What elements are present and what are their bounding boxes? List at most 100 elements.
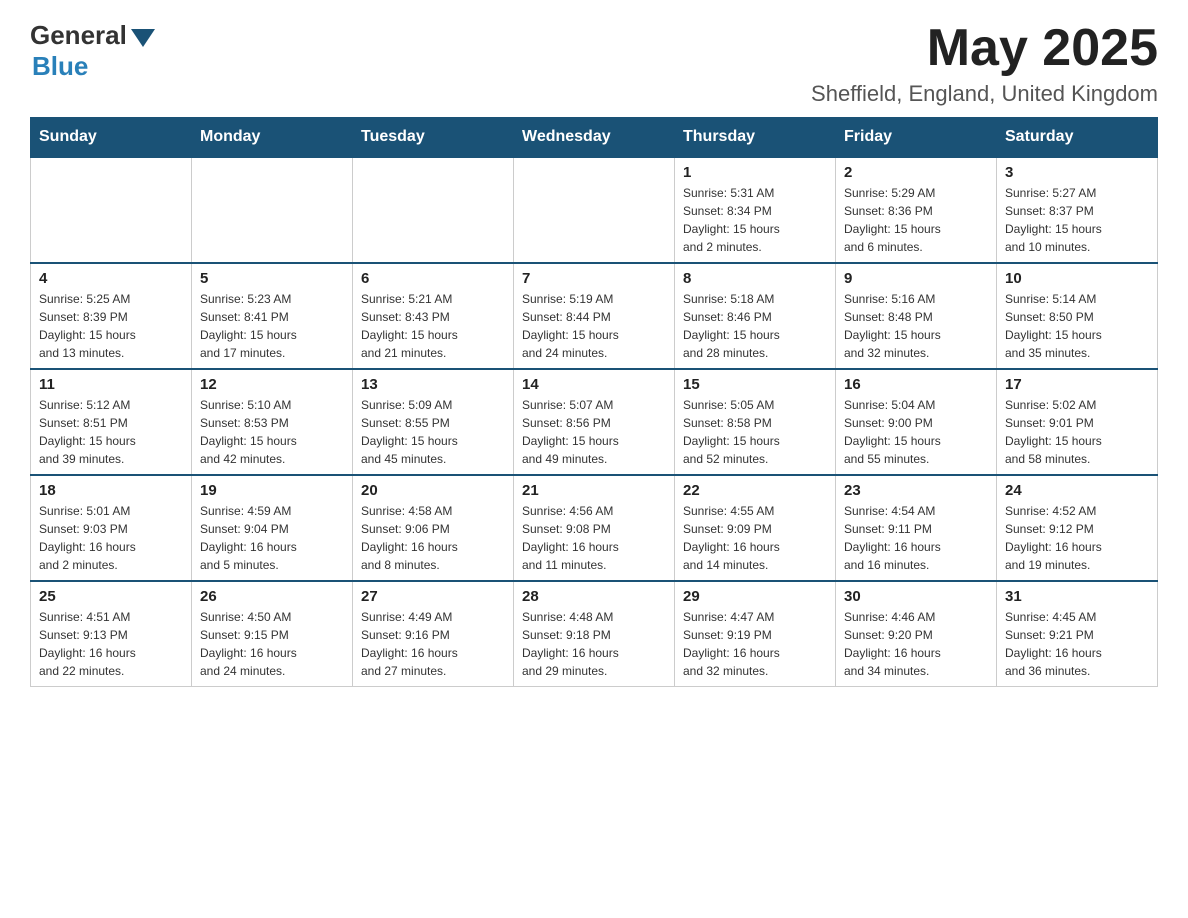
day-info: Sunrise: 5:12 AM Sunset: 8:51 PM Dayligh… — [39, 396, 183, 468]
day-info: Sunrise: 4:50 AM Sunset: 9:15 PM Dayligh… — [200, 608, 344, 680]
calendar-cell: 20Sunrise: 4:58 AM Sunset: 9:06 PM Dayli… — [353, 475, 514, 581]
day-number: 11 — [39, 376, 183, 393]
day-number: 29 — [683, 588, 827, 605]
day-number: 13 — [361, 376, 505, 393]
day-number: 23 — [844, 482, 988, 499]
day-info: Sunrise: 5:25 AM Sunset: 8:39 PM Dayligh… — [39, 290, 183, 362]
day-info: Sunrise: 4:54 AM Sunset: 9:11 PM Dayligh… — [844, 502, 988, 574]
day-info: Sunrise: 5:10 AM Sunset: 8:53 PM Dayligh… — [200, 396, 344, 468]
day-info: Sunrise: 4:52 AM Sunset: 9:12 PM Dayligh… — [1005, 502, 1149, 574]
day-info: Sunrise: 5:04 AM Sunset: 9:00 PM Dayligh… — [844, 396, 988, 468]
day-info: Sunrise: 5:31 AM Sunset: 8:34 PM Dayligh… — [683, 184, 827, 256]
day-header-wednesday: Wednesday — [514, 118, 675, 158]
calendar-cell — [31, 157, 192, 263]
calendar-cell — [514, 157, 675, 263]
day-number: 3 — [1005, 164, 1149, 181]
day-info: Sunrise: 4:59 AM Sunset: 9:04 PM Dayligh… — [200, 502, 344, 574]
week-row-2: 4 Sunrise: 5:25 AM Sunset: 8:39 PM Daylig… — [31, 263, 1158, 369]
day-number: 9 — [844, 270, 988, 287]
calendar-cell: 24 Sunrise: 4:52 AM Sunset: 9:12 PM Dayli… — [997, 475, 1158, 581]
day-info: Sunrise: 4:55 AM Sunset: 9:09 PM Dayligh… — [683, 502, 827, 574]
day-info: Sunrise: 4:48 AM Sunset: 9:18 PM Dayligh… — [522, 608, 666, 680]
day-number: 19 — [200, 482, 344, 499]
day-info: Sunrise: 5:05 AM Sunset: 8:58 PM Dayligh… — [683, 396, 827, 468]
day-info: Sunrise: 4:56 AM Sunset: 9:08 PM Dayligh… — [522, 502, 666, 574]
calendar-cell: 18Sunrise: 5:01 AM Sunset: 9:03 PM Dayli… — [31, 475, 192, 581]
day-number: 26 — [200, 588, 344, 605]
calendar-cell: 29Sunrise: 4:47 AM Sunset: 9:19 PM Dayli… — [675, 581, 836, 687]
day-number: 21 — [522, 482, 666, 499]
day-number: 1 — [683, 164, 827, 181]
day-number: 2 — [844, 164, 988, 181]
page-header: General Blue May 2025 Sheffield, England… — [30, 20, 1158, 107]
day-number: 22 — [683, 482, 827, 499]
day-info: Sunrise: 5:21 AM Sunset: 8:43 PM Dayligh… — [361, 290, 505, 362]
day-header-friday: Friday — [836, 118, 997, 158]
calendar-cell: 28 Sunrise: 4:48 AM Sunset: 9:18 PM Dayli… — [514, 581, 675, 687]
day-number: 18 — [39, 482, 183, 499]
calendar-cell: 22 Sunrise: 4:55 AM Sunset: 9:09 PM Dayli… — [675, 475, 836, 581]
calendar-cell: 26 Sunrise: 4:50 AM Sunset: 9:15 PM Dayli… — [192, 581, 353, 687]
logo-general-text: General — [30, 20, 127, 51]
calendar-cell — [192, 157, 353, 263]
calendar-cell: 17 Sunrise: 5:02 AM Sunset: 9:01 PM Dayli… — [997, 369, 1158, 475]
calendar-cell: 23 Sunrise: 4:54 AM Sunset: 9:11 PM Dayli… — [836, 475, 997, 581]
day-number: 27 — [361, 588, 505, 605]
day-number: 14 — [522, 376, 666, 393]
day-info: Sunrise: 5:29 AM Sunset: 8:36 PM Dayligh… — [844, 184, 988, 256]
day-info: Sunrise: 5:16 AM Sunset: 8:48 PM Dayligh… — [844, 290, 988, 362]
calendar-cell: 21 Sunrise: 4:56 AM Sunset: 9:08 PM Dayli… — [514, 475, 675, 581]
day-number: 17 — [1005, 376, 1149, 393]
day-number: 24 — [1005, 482, 1149, 499]
day-header-thursday: Thursday — [675, 118, 836, 158]
day-number: 30 — [844, 588, 988, 605]
calendar-cell: 30 Sunrise: 4:46 AM Sunset: 9:20 PM Dayli… — [836, 581, 997, 687]
calendar-cell: 3 Sunrise: 5:27 AM Sunset: 8:37 PM Daylig… — [997, 157, 1158, 263]
calendar-cell: 6Sunrise: 5:21 AM Sunset: 8:43 PM Daylig… — [353, 263, 514, 369]
day-number: 4 — [39, 270, 183, 287]
day-number: 25 — [39, 588, 183, 605]
day-number: 8 — [683, 270, 827, 287]
calendar-cell: 1 Sunrise: 5:31 AM Sunset: 8:34 PM Daylig… — [675, 157, 836, 263]
calendar-cell: 16Sunrise: 5:04 AM Sunset: 9:00 PM Dayli… — [836, 369, 997, 475]
week-row-3: 11 Sunrise: 5:12 AM Sunset: 8:51 PM Dayli… — [31, 369, 1158, 475]
day-number: 28 — [522, 588, 666, 605]
calendar-cell: 25 Sunrise: 4:51 AM Sunset: 9:13 PM Dayli… — [31, 581, 192, 687]
calendar-cell: 2 Sunrise: 5:29 AM Sunset: 8:36 PM Daylig… — [836, 157, 997, 263]
calendar-cell: 4 Sunrise: 5:25 AM Sunset: 8:39 PM Daylig… — [31, 263, 192, 369]
calendar-table: SundayMondayTuesdayWednesdayThursdayFrid… — [30, 117, 1158, 687]
day-info: Sunrise: 5:02 AM Sunset: 9:01 PM Dayligh… — [1005, 396, 1149, 468]
calendar-cell: 15 Sunrise: 5:05 AM Sunset: 8:58 PM Dayli… — [675, 369, 836, 475]
day-info: Sunrise: 5:14 AM Sunset: 8:50 PM Dayligh… — [1005, 290, 1149, 362]
month-title: May 2025 — [811, 20, 1158, 77]
calendar-cell: 10 Sunrise: 5:14 AM Sunset: 8:50 PM Dayli… — [997, 263, 1158, 369]
day-info: Sunrise: 5:09 AM Sunset: 8:55 PM Dayligh… — [361, 396, 505, 468]
day-info: Sunrise: 4:46 AM Sunset: 9:20 PM Dayligh… — [844, 608, 988, 680]
week-row-1: 1 Sunrise: 5:31 AM Sunset: 8:34 PM Daylig… — [31, 157, 1158, 263]
calendar-cell: 19 Sunrise: 4:59 AM Sunset: 9:04 PM Dayli… — [192, 475, 353, 581]
week-row-5: 25 Sunrise: 4:51 AM Sunset: 9:13 PM Dayli… — [31, 581, 1158, 687]
day-info: Sunrise: 5:18 AM Sunset: 8:46 PM Dayligh… — [683, 290, 827, 362]
calendar-cell: 11 Sunrise: 5:12 AM Sunset: 8:51 PM Dayli… — [31, 369, 192, 475]
day-number: 10 — [1005, 270, 1149, 287]
calendar-cell: 7Sunrise: 5:19 AM Sunset: 8:44 PM Daylig… — [514, 263, 675, 369]
title-section: May 2025 Sheffield, England, United King… — [811, 20, 1158, 107]
day-number: 20 — [361, 482, 505, 499]
day-info: Sunrise: 4:51 AM Sunset: 9:13 PM Dayligh… — [39, 608, 183, 680]
day-number: 12 — [200, 376, 344, 393]
calendar-cell: 12 Sunrise: 5:10 AM Sunset: 8:53 PM Dayli… — [192, 369, 353, 475]
day-info: Sunrise: 5:27 AM Sunset: 8:37 PM Dayligh… — [1005, 184, 1149, 256]
calendar-cell: 31Sunrise: 4:45 AM Sunset: 9:21 PM Dayli… — [997, 581, 1158, 687]
week-row-4: 18Sunrise: 5:01 AM Sunset: 9:03 PM Dayli… — [31, 475, 1158, 581]
day-header-monday: Monday — [192, 118, 353, 158]
day-number: 31 — [1005, 588, 1149, 605]
day-number: 15 — [683, 376, 827, 393]
day-info: Sunrise: 4:49 AM Sunset: 9:16 PM Dayligh… — [361, 608, 505, 680]
day-info: Sunrise: 5:07 AM Sunset: 8:56 PM Dayligh… — [522, 396, 666, 468]
calendar-cell — [353, 157, 514, 263]
location-text: Sheffield, England, United Kingdom — [811, 81, 1158, 107]
calendar-cell: 5Sunrise: 5:23 AM Sunset: 8:41 PM Daylig… — [192, 263, 353, 369]
calendar-cell: 27 Sunrise: 4:49 AM Sunset: 9:16 PM Dayli… — [353, 581, 514, 687]
calendar-cell: 14 Sunrise: 5:07 AM Sunset: 8:56 PM Dayli… — [514, 369, 675, 475]
day-number: 5 — [200, 270, 344, 287]
